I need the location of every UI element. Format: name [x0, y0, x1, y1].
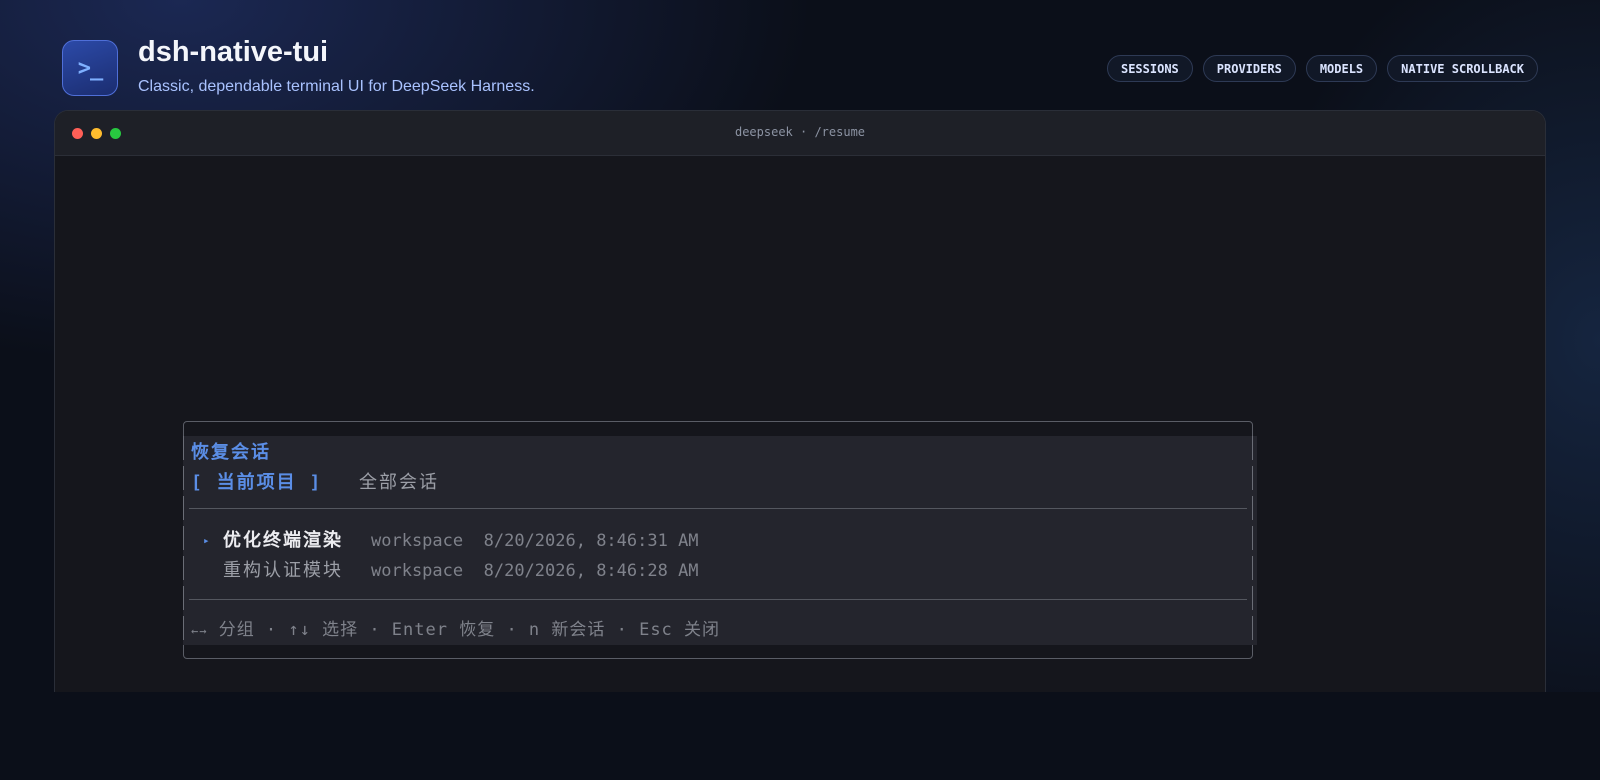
- session-timestamp: 8/20/2026, 8:46:31 AM: [483, 531, 699, 551]
- nav-pill-sessions[interactable]: SESSIONS: [1106, 55, 1193, 82]
- session-location: workspace: [371, 531, 464, 551]
- session-meta: workspace 8/20/2026, 8:46:31 AM: [371, 528, 699, 554]
- left-right-arrows-icon: ←→: [191, 624, 208, 638]
- keyboard-hints: ←→ 分组 · ↑↓ 选择 · Enter 恢复 · n 新会话 · Esc 关…: [191, 618, 720, 643]
- terminal-window: deepseek · /resume 恢复会话 [ 当前项目 ] 全部会话 ▸ …: [54, 110, 1546, 710]
- session-name: 优化终端渲染: [223, 530, 343, 551]
- dialog-separator-top: [189, 508, 1247, 509]
- session-timestamp: 8/20/2026, 8:46:28 AM: [483, 561, 699, 581]
- header-nav: SESSIONS PROVIDERS MODELS NATIVE SCROLLB…: [1106, 55, 1538, 82]
- session-location: workspace: [371, 561, 464, 581]
- tab-all-sessions[interactable]: 全部会话: [359, 471, 439, 495]
- window-titlebar: deepseek · /resume: [55, 111, 1545, 156]
- dialog-right-border: [1252, 436, 1253, 645]
- dialog-separator-bottom: [189, 599, 1247, 600]
- resume-session-dialog: 恢复会话 [ 当前项目 ] 全部会话 ▸ 优化终端渲染 workspace 8/…: [183, 421, 1257, 661]
- app-subtitle: Classic, dependable terminal UI for Deep…: [138, 78, 535, 95]
- dialog-title: 恢复会话: [191, 442, 271, 463]
- session-row[interactable]: 重构认证模块 workspace 8/20/2026, 8:46:28 AM: [191, 558, 1241, 584]
- keyboard-hints-text: 分组 · ↑↓ 选择 · Enter 恢复 · n 新会话 · Esc 关闭: [207, 620, 721, 640]
- tab-current-project[interactable]: [ 当前项目 ]: [191, 471, 322, 495]
- nav-pill-providers[interactable]: PROVIDERS: [1202, 55, 1296, 82]
- session-meta: workspace 8/20/2026, 8:46:28 AM: [371, 558, 699, 584]
- triangle-right-icon: ▸: [203, 534, 210, 547]
- dialog-left-border: [183, 436, 184, 645]
- session-row-selected[interactable]: ▸ 优化终端渲染 workspace 8/20/2026, 8:46:31 AM: [191, 528, 1241, 554]
- terminal-prompt-icon: >_: [62, 40, 118, 96]
- window-title: deepseek · /resume: [734, 125, 866, 139]
- page: >_ dsh-native-tui Classic, dependable te…: [0, 0, 1600, 780]
- nav-pill-models[interactable]: MODELS: [1305, 55, 1378, 82]
- session-name: 重构认证模块: [223, 560, 343, 581]
- nav-pill-native-scrollback[interactable]: NATIVE SCROLLBACK: [1387, 55, 1538, 82]
- page-bottom-band: [0, 692, 1600, 780]
- app-icon-glyph: >_: [77, 55, 103, 81]
- app-title: dsh-native-tui: [138, 36, 329, 68]
